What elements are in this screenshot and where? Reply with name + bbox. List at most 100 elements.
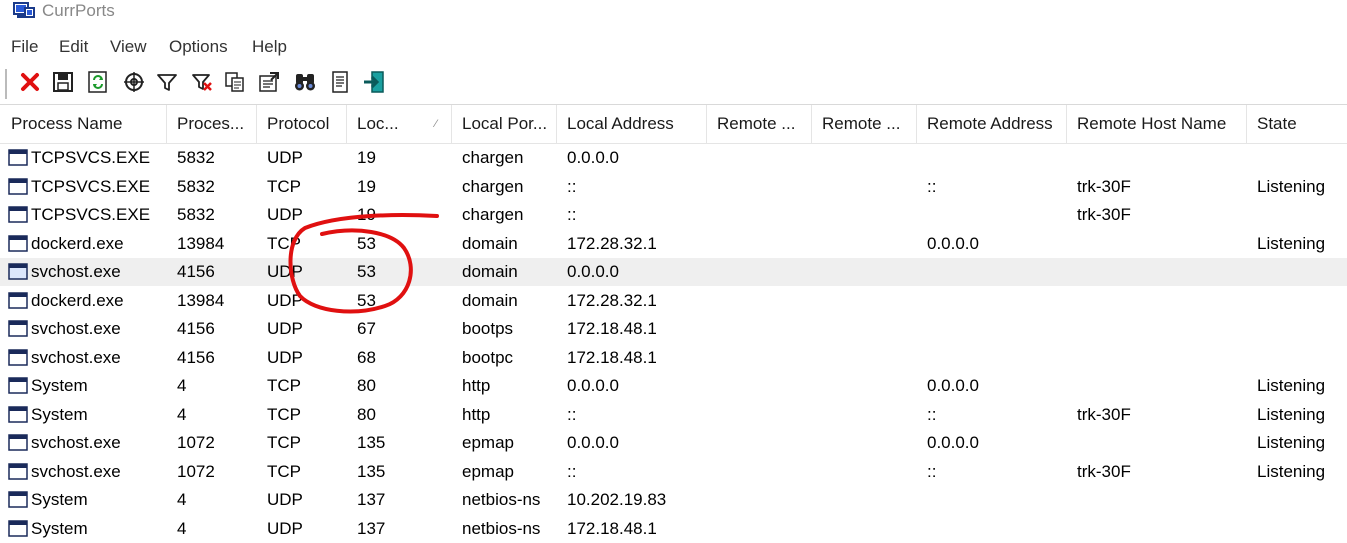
state-text: Listening bbox=[1257, 461, 1326, 481]
protocol-text: TCP bbox=[267, 176, 301, 196]
cell-process-name: svchost.exe bbox=[0, 258, 167, 286]
cell-local-port: 53 bbox=[346, 258, 452, 286]
column-header-process-id[interactable]: Proces... bbox=[166, 105, 257, 143]
cell-state bbox=[1246, 258, 1347, 286]
cell-protocol: TCP bbox=[256, 429, 347, 457]
cell-process-name: System bbox=[0, 515, 167, 543]
table-row[interactable]: System 4 UDP 137 netbios-ns 10.202.19.83 bbox=[0, 486, 1347, 514]
cell-local-port-name: chargen bbox=[451, 144, 557, 172]
cell-remote-port-name bbox=[811, 144, 917, 172]
exit-icon[interactable] bbox=[362, 70, 386, 94]
column-header-local-port[interactable]: Loc... ⁄ bbox=[346, 105, 452, 143]
table-row[interactable]: dockerd.exe 13984 TCP 53 domain 172.28.32.1 0.… bbox=[0, 230, 1347, 258]
column-header-remote-address[interactable]: Remote Address bbox=[916, 105, 1067, 143]
column-header-remote-port-name[interactable]: Remote ... bbox=[811, 105, 917, 143]
column-header-state[interactable]: State bbox=[1246, 105, 1347, 143]
state-text: Listening bbox=[1257, 433, 1326, 452]
local-port-text: 19 bbox=[357, 205, 376, 224]
cell-local-port: 135 bbox=[346, 429, 452, 457]
table-row[interactable]: dockerd.exe 13984 UDP 53 domain 172.28.32.1 bbox=[0, 287, 1347, 315]
process-window-icon bbox=[8, 348, 28, 366]
menu-edit[interactable]: Edit bbox=[59, 37, 88, 57]
process-window-icon bbox=[8, 291, 28, 309]
cell-local-address: :: bbox=[556, 458, 707, 486]
refresh-icon[interactable] bbox=[86, 70, 110, 94]
cell-process-id: 1072 bbox=[166, 458, 257, 486]
properties-icon[interactable] bbox=[257, 70, 281, 94]
cell-process-id: 5832 bbox=[166, 173, 257, 201]
toolbar-separator bbox=[5, 69, 7, 99]
table-row[interactable]: System 4 TCP 80 http 0.0.0.0 0.0.0.0 Listening bbox=[0, 372, 1347, 400]
table-row[interactable]: System 4 UDP 137 netbios-ns 172.18.48.1 bbox=[0, 515, 1347, 543]
cell-process-id: 4 bbox=[166, 515, 257, 543]
clear-filter-icon[interactable] bbox=[190, 70, 214, 94]
process-window-icon bbox=[8, 491, 28, 508]
remote-host-name-text: trk-30F bbox=[1077, 176, 1131, 196]
local-address-text: :: bbox=[567, 461, 577, 481]
cell-local-port: 19 bbox=[346, 173, 452, 201]
cell-remote-host-name bbox=[1066, 287, 1247, 315]
cell-process-id: 13984 bbox=[166, 287, 257, 315]
cell-remote-port-name bbox=[811, 287, 917, 315]
menu-help[interactable]: Help bbox=[252, 37, 287, 57]
target-icon[interactable] bbox=[122, 70, 146, 94]
cell-process-name: TCPSVCS.EXE bbox=[0, 201, 167, 229]
local-address-text: 172.18.48.1 bbox=[567, 319, 657, 338]
column-header-remote-host-name[interactable]: Remote Host Name bbox=[1066, 105, 1247, 143]
cell-remote-port bbox=[706, 144, 812, 172]
cell-remote-port-name bbox=[811, 201, 917, 229]
table-row[interactable]: svchost.exe 1072 TCP 135 epmap 0.0.0.0 0.0.0.0… bbox=[0, 429, 1347, 457]
menu-options[interactable]: Options bbox=[169, 37, 228, 57]
cell-remote-host-name: trk-30F bbox=[1066, 401, 1247, 429]
cell-protocol: UDP bbox=[256, 144, 347, 172]
table-row[interactable]: System 4 TCP 80 http:::: trk-30F Listening bbox=[0, 401, 1347, 429]
local-address-text: 172.28.32.1 bbox=[567, 233, 657, 253]
cell-remote-host-name bbox=[1066, 372, 1247, 400]
filter-icon[interactable] bbox=[155, 70, 179, 94]
cell-protocol: TCP bbox=[256, 372, 347, 400]
copy-icon[interactable] bbox=[223, 70, 247, 94]
table-row[interactable]: svchost.exe 4156 UDP 53 domain 0.0.0.0 bbox=[0, 258, 1347, 286]
cell-process-name: TCPSVCS.EXE bbox=[0, 144, 167, 172]
table-row[interactable]: TCPSVCS.EXE 5832 UDP 19 chargen:: trk-30F bbox=[0, 201, 1347, 229]
table-row[interactable]: svchost.exe 4156 UDP 68 bootpc 172.18.48.1 bbox=[0, 344, 1347, 372]
local-port-name-text: bootps bbox=[462, 319, 514, 338]
html-report-icon[interactable] bbox=[328, 70, 352, 94]
remote-host-name-text: trk-30F bbox=[1077, 205, 1131, 224]
protocol-text: TCP bbox=[267, 404, 301, 424]
cell-process-name: svchost.exe bbox=[0, 315, 167, 343]
local-address-text: 0.0.0.0 bbox=[567, 376, 619, 395]
cell-state: Listening bbox=[1246, 230, 1347, 258]
column-header-protocol[interactable]: Protocol bbox=[256, 105, 347, 143]
column-header-process-name[interactable]: Process Name bbox=[0, 105, 167, 143]
process-name-text: TCPSVCS.EXE bbox=[31, 176, 151, 196]
sort-ascending-icon: ⁄ bbox=[435, 118, 437, 130]
menu-file[interactable]: File bbox=[11, 37, 38, 57]
local-port-name-text: chargen bbox=[462, 205, 524, 224]
protocol-text: TCP bbox=[267, 233, 301, 253]
process-window-icon bbox=[8, 263, 28, 280]
cell-local-address: 0.0.0.0 bbox=[556, 258, 707, 286]
menu-view[interactable]: View bbox=[110, 37, 147, 57]
cell-local-port: 137 bbox=[346, 486, 452, 514]
cell-local-port-name: domain bbox=[451, 230, 557, 258]
save-icon[interactable] bbox=[51, 70, 75, 94]
table-row[interactable]: TCPSVCS.EXE 5832 UDP 19 chargen 0.0.0.0 bbox=[0, 144, 1347, 172]
cell-remote-address bbox=[916, 287, 1067, 315]
column-header-local-address[interactable]: Local Address bbox=[556, 105, 707, 143]
local-port-name-text: netbios-ns bbox=[462, 490, 541, 509]
cell-remote-address bbox=[916, 258, 1067, 286]
process-window-icon bbox=[8, 320, 28, 337]
close-connections-icon[interactable] bbox=[18, 70, 42, 94]
process-id-text: 4156 bbox=[177, 319, 215, 338]
table-row[interactable]: svchost.exe 1072 TCP 135 epmap:::: trk-30F Lis… bbox=[0, 458, 1347, 486]
column-header-local-port-name[interactable]: Local Por... bbox=[451, 105, 557, 143]
cell-process-id: 13984 bbox=[166, 230, 257, 258]
table-row[interactable]: svchost.exe 4156 UDP 67 bootps 172.18.48.1 bbox=[0, 315, 1347, 343]
cell-protocol: UDP bbox=[256, 515, 347, 543]
process-window-icon bbox=[8, 462, 28, 480]
cell-remote-host-name bbox=[1066, 429, 1247, 457]
find-icon[interactable] bbox=[293, 70, 317, 94]
table-row[interactable]: TCPSVCS.EXE 5832 TCP 19 chargen:::: trk-30F Li… bbox=[0, 173, 1347, 201]
column-header-remote-port[interactable]: Remote ... bbox=[706, 105, 812, 143]
